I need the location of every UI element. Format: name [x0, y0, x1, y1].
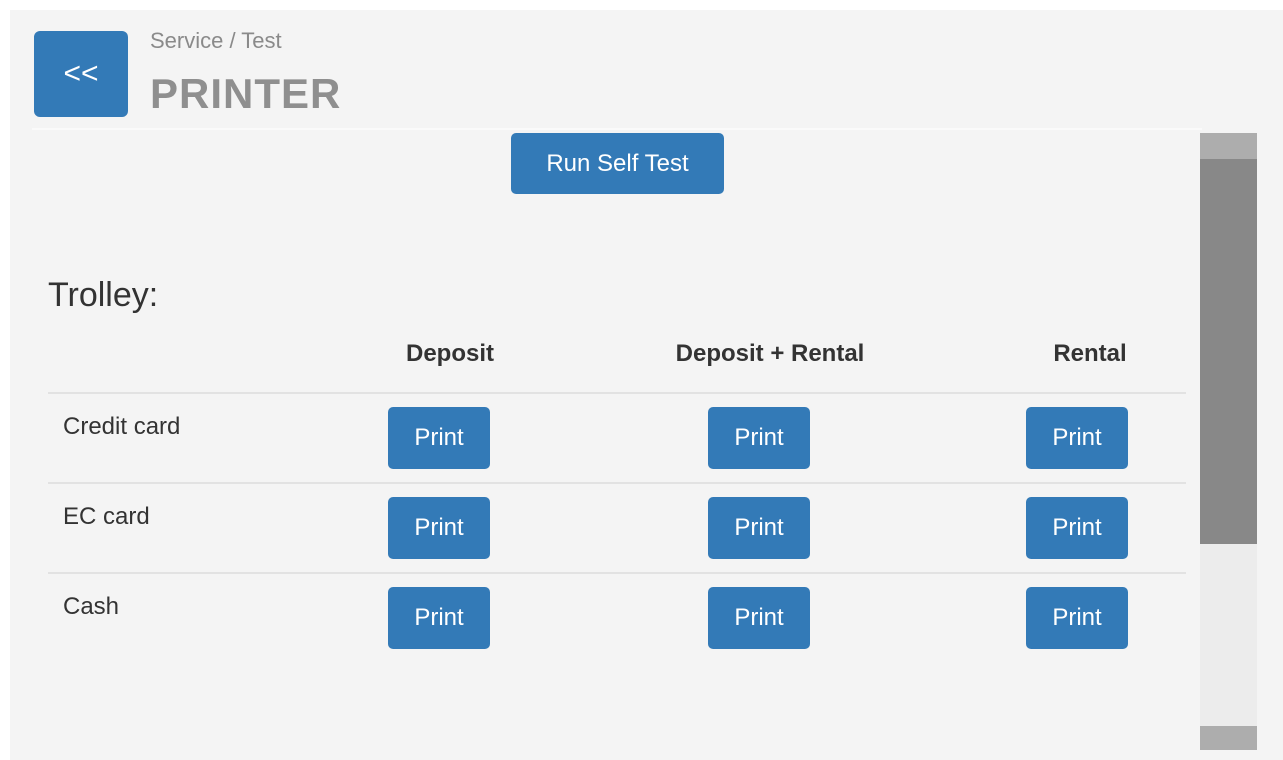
- column-header-deposit-rental: Deposit + Rental: [675, 340, 865, 367]
- print-cash-rental-button[interactable]: Print: [1026, 587, 1128, 649]
- printer-test-panel: << Service / Test PRINTER Run Self Test …: [10, 10, 1283, 760]
- print-cash-deposit-rental-button[interactable]: Print: [708, 587, 810, 649]
- scroll-up-arrow[interactable]: [1200, 133, 1257, 159]
- print-ec-card-rental-button[interactable]: Print: [1026, 497, 1128, 559]
- column-header-deposit: Deposit: [405, 340, 494, 367]
- print-ec-card-deposit-button[interactable]: Print: [388, 497, 490, 559]
- section-title-trolley: Trolley:: [48, 276, 159, 314]
- scroll-down-arrow[interactable]: [1200, 726, 1257, 750]
- print-credit-card-deposit-button[interactable]: Print: [388, 407, 490, 469]
- print-cash-deposit-button[interactable]: Print: [388, 587, 490, 649]
- table-header-divider: [48, 392, 1186, 394]
- page-title: PRINTER: [150, 70, 342, 117]
- scroll-thumb[interactable]: [1200, 159, 1257, 544]
- back-button[interactable]: <<: [34, 31, 128, 117]
- row-divider: [48, 572, 1186, 574]
- row-label-ec-card: EC card: [63, 503, 150, 530]
- print-credit-card-deposit-rental-button[interactable]: Print: [708, 407, 810, 469]
- row-label-cash: Cash: [63, 593, 120, 620]
- print-credit-card-rental-button[interactable]: Print: [1026, 407, 1128, 469]
- page-header: << Service / Test PRINTER: [10, 10, 1283, 130]
- content-area: Run Self Test Trolley: Deposit Deposit +…: [10, 130, 1200, 760]
- column-header-rental: Rental: [1053, 340, 1127, 367]
- breadcrumb: Service / Test: [150, 28, 282, 53]
- print-ec-card-deposit-rental-button[interactable]: Print: [708, 497, 810, 559]
- row-divider: [48, 482, 1186, 484]
- run-self-test-button[interactable]: Run Self Test: [511, 133, 724, 194]
- vertical-scrollbar[interactable]: [1200, 133, 1257, 750]
- row-label-credit-card: Credit card: [63, 413, 181, 440]
